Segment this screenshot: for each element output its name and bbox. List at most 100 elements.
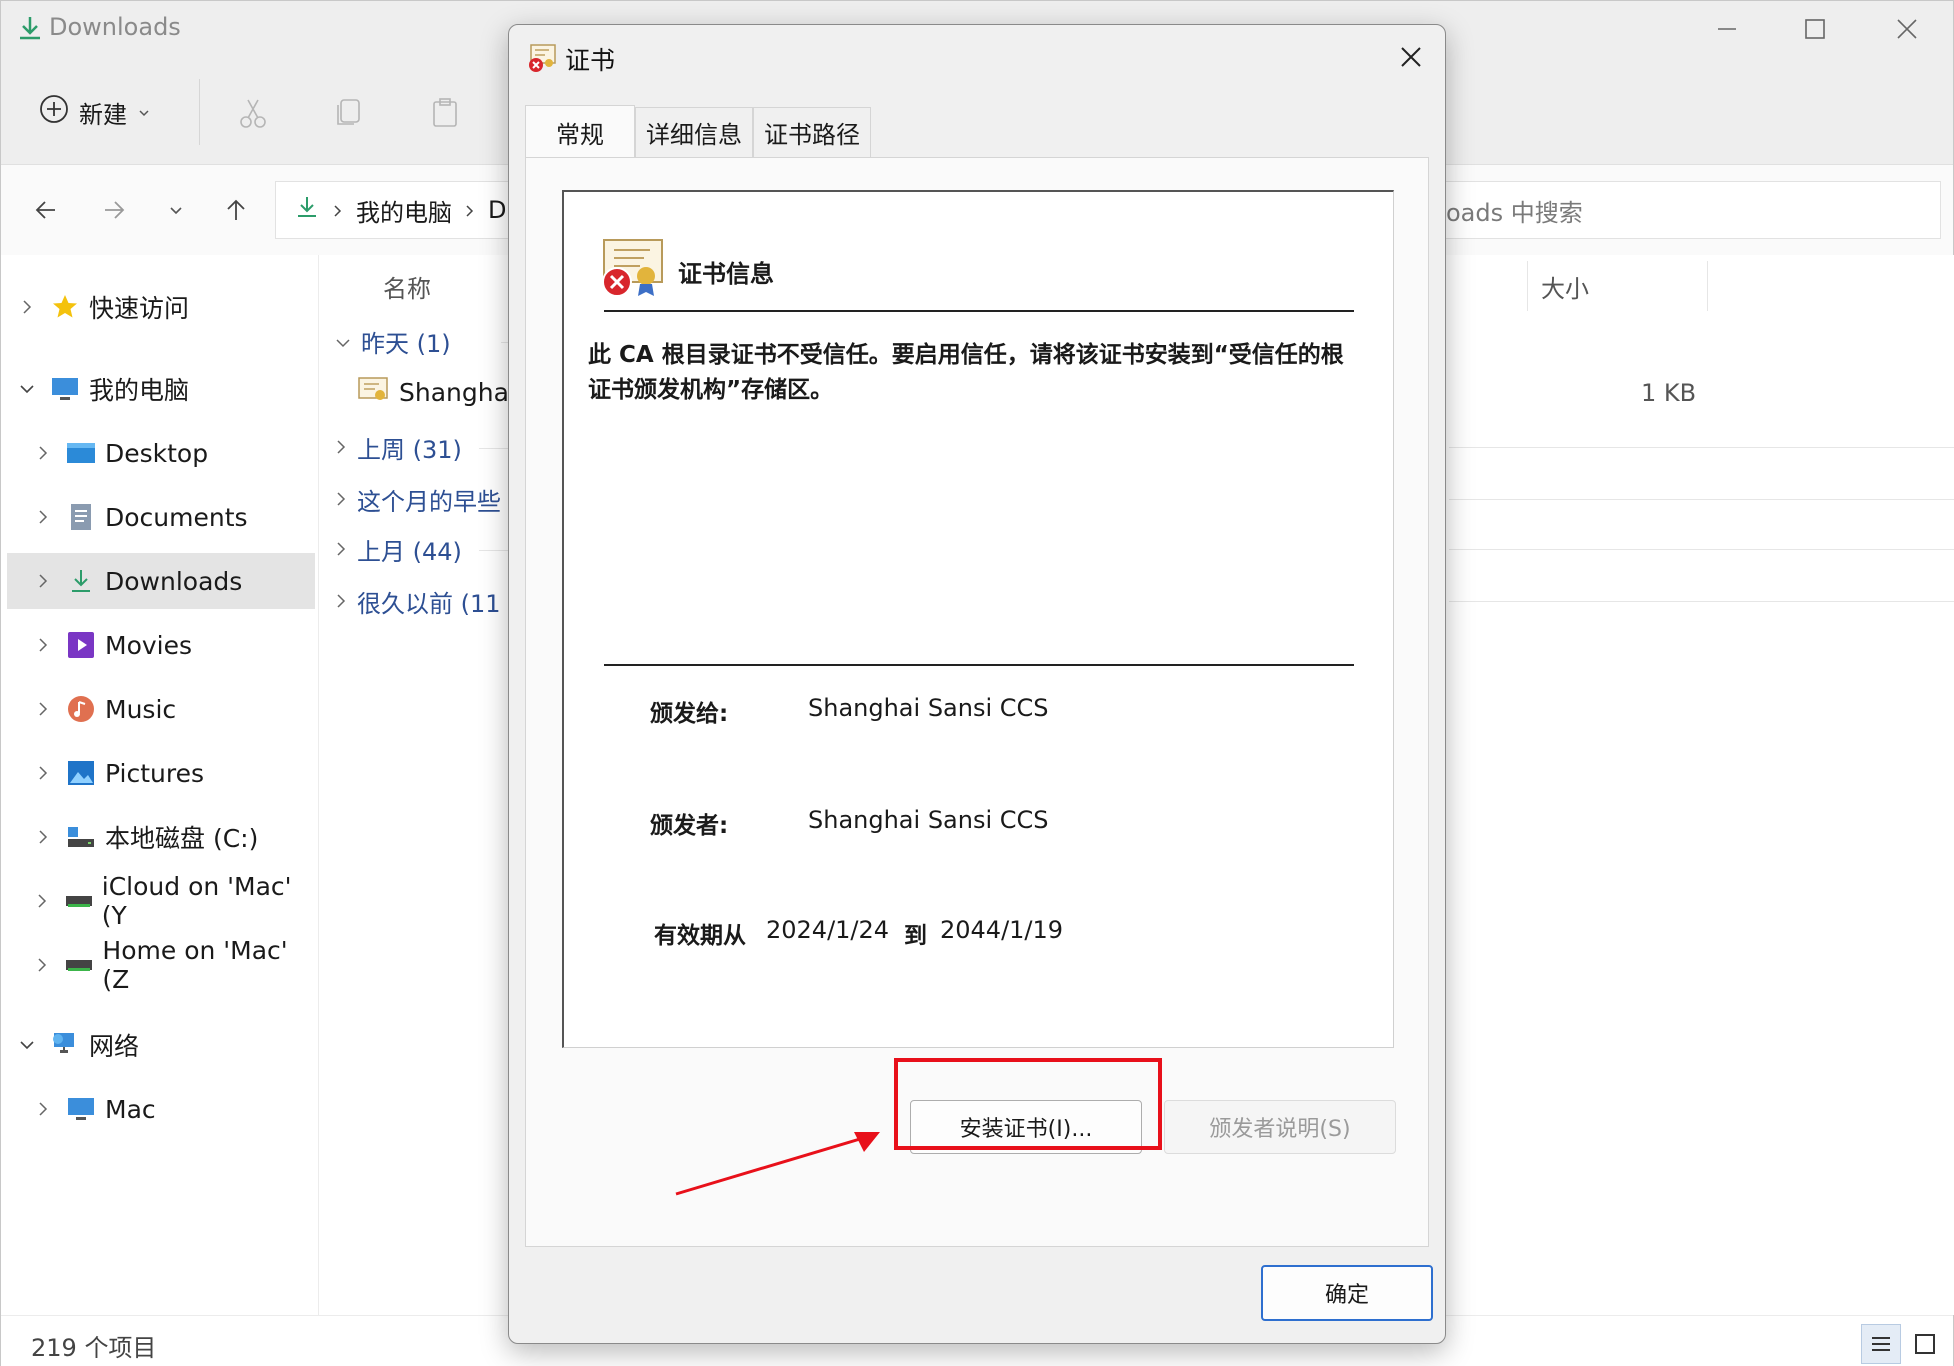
close-dialog-button[interactable] — [1393, 39, 1429, 75]
certificate-warning-text: 此 CA 根目录证书不受信任。要启用信任，请将该证书安装到“受信任的根证书颁发机… — [588, 342, 1344, 403]
button-label: 颁发者说明(S) — [1209, 1117, 1351, 1142]
plus-circle-icon — [39, 94, 69, 130]
sidebar-item-icloud[interactable]: iCloud on 'Mac' (Y — [7, 872, 315, 930]
valid-to-label: 到 — [904, 923, 927, 949]
row-divider — [1449, 549, 1954, 550]
chevron-right-icon[interactable] — [23, 637, 63, 653]
chevron-right-icon[interactable] — [23, 1101, 63, 1117]
group-header-yesterday[interactable]: 昨天 (1) — [335, 321, 451, 361]
sidebar-item-downloads[interactable]: Downloads — [7, 553, 315, 609]
group-header-last-week[interactable]: 上周 (31) — [335, 427, 462, 467]
file-name: Shanghai — [399, 377, 516, 407]
chevron-right-icon[interactable] — [23, 445, 63, 461]
sidebar-item-quick-access[interactable]: 快速访问 — [7, 279, 315, 335]
toolbar-divider — [199, 79, 200, 145]
highlight-annotation-box — [894, 1058, 1162, 1150]
new-button[interactable]: 新建 — [39, 89, 151, 135]
chevron-right-icon — [335, 433, 347, 461]
download-icon — [63, 563, 99, 599]
group-label: 昨天 (1) — [361, 329, 451, 358]
chevron-right-icon[interactable] — [23, 765, 63, 781]
divider-line — [604, 310, 1354, 312]
large-icons-view-button[interactable] — [1905, 1324, 1945, 1364]
chevron-right-icon[interactable] — [23, 701, 63, 717]
chevron-right-icon[interactable] — [23, 509, 63, 525]
details-view-button[interactable] — [1861, 1324, 1901, 1364]
sidebar-item-label: Documents — [105, 502, 248, 532]
column-divider — [1707, 261, 1708, 311]
network-drive-icon — [62, 947, 97, 983]
sidebar-item-music[interactable]: Music — [7, 681, 315, 737]
sidebar-item-desktop[interactable]: Desktop — [7, 425, 315, 481]
window-title: Downloads — [49, 13, 181, 41]
drive-icon — [63, 819, 99, 855]
pictures-icon — [63, 755, 99, 791]
chevron-right-icon — [335, 587, 347, 615]
breadcrumb-my-computer[interactable]: 我的电脑 — [356, 193, 452, 228]
file-row[interactable]: Shanghai — [357, 371, 516, 413]
network-icon — [47, 1027, 83, 1063]
chevron-down-icon[interactable] — [7, 1039, 47, 1051]
movies-icon — [63, 627, 99, 663]
tab-label: 证书路径 — [764, 121, 860, 149]
sidebar-item-documents[interactable]: Documents — [7, 489, 315, 545]
group-header-last-month[interactable]: 上月 (44) — [335, 529, 462, 569]
tab-label: 常规 — [556, 121, 604, 149]
sidebar-item-label: 本地磁盘 (C:) — [105, 824, 259, 853]
breadcrumb-current[interactable]: D — [488, 196, 506, 224]
chevron-right-icon[interactable] — [23, 573, 63, 589]
back-button[interactable] — [25, 189, 67, 231]
desktop-folder-icon — [63, 435, 99, 471]
download-icon — [15, 13, 45, 43]
group-header-long-ago[interactable]: 很久以前 (11 — [335, 581, 501, 621]
sidebar-item-pictures[interactable]: Pictures — [7, 745, 315, 801]
minimize-button[interactable] — [1697, 11, 1757, 47]
paste-icon[interactable] — [423, 91, 467, 135]
tab-certification-path[interactable]: 证书路径 — [753, 107, 871, 157]
chevron-right-icon[interactable] — [7, 299, 47, 315]
cut-icon[interactable] — [231, 91, 275, 135]
tab-label: 详细信息 — [646, 121, 742, 149]
close-window-button[interactable] — [1877, 11, 1937, 47]
chevron-right-icon[interactable] — [23, 829, 63, 845]
sidebar-item-network[interactable]: 网络 — [7, 1017, 315, 1073]
dialog-title: 证书 — [565, 46, 616, 75]
item-count: 219 个项目 — [31, 1334, 157, 1362]
monitor-icon — [47, 371, 83, 407]
chevron-down-icon[interactable] — [7, 383, 47, 395]
recent-locations-button[interactable] — [155, 189, 197, 231]
download-icon — [294, 194, 320, 226]
certificate-info-box: 证书信息 此 CA 根目录证书不受信任。要启用信任，请将该证书安装到“受信任的根… — [562, 190, 1394, 1048]
copy-icon[interactable] — [327, 91, 371, 135]
chevron-right-icon[interactable] — [23, 893, 61, 909]
issued-by-value: Shanghai Sansi CCS — [808, 806, 1049, 834]
sidebar-item-movies[interactable]: Movies — [7, 617, 315, 673]
group-header-earlier-this-month[interactable]: 这个月的早些 — [335, 479, 501, 519]
sidebar-item-local-disk[interactable]: 本地磁盘 (C:) — [7, 809, 315, 865]
tab-details[interactable]: 详细信息 — [635, 107, 753, 157]
sidebar-item-label: Movies — [105, 630, 193, 660]
sidebar-item-home[interactable]: Home on 'Mac' (Z — [7, 936, 315, 994]
chevron-right-icon[interactable] — [23, 957, 62, 973]
up-button[interactable] — [215, 189, 257, 231]
sidebar-item-my-computer[interactable]: 我的电脑 — [7, 361, 315, 417]
ok-button[interactable]: 确定 — [1261, 1265, 1433, 1321]
sidebar-item-label: Home on 'Mac' (Z — [102, 936, 288, 994]
tab-general[interactable]: 常规 — [525, 105, 635, 159]
maximize-button[interactable] — [1785, 11, 1845, 47]
file-size: 1 KB — [1641, 379, 1697, 407]
column-header-name[interactable]: 名称 — [383, 269, 431, 304]
search-input[interactable]: oads 中搜索 — [1411, 181, 1941, 239]
certificate-info-title: 证书信息 — [678, 260, 774, 288]
forward-button[interactable] — [93, 189, 135, 231]
group-label: 很久以前 (11 — [357, 589, 501, 618]
column-header-size[interactable]: 大小 — [1541, 269, 1589, 304]
issuer-statement-button: 颁发者说明(S) — [1164, 1100, 1396, 1154]
chevron-right-icon — [464, 196, 476, 224]
documents-icon — [63, 499, 99, 535]
navigation-pane: 快速访问 我的电脑 Desktop Documents Downloads Mo… — [1, 255, 319, 1315]
row-divider — [1449, 499, 1954, 500]
button-label: 确定 — [1324, 1283, 1369, 1308]
valid-to-value: 2044/1/19 — [940, 916, 1064, 944]
sidebar-item-mac[interactable]: Mac — [7, 1081, 315, 1137]
